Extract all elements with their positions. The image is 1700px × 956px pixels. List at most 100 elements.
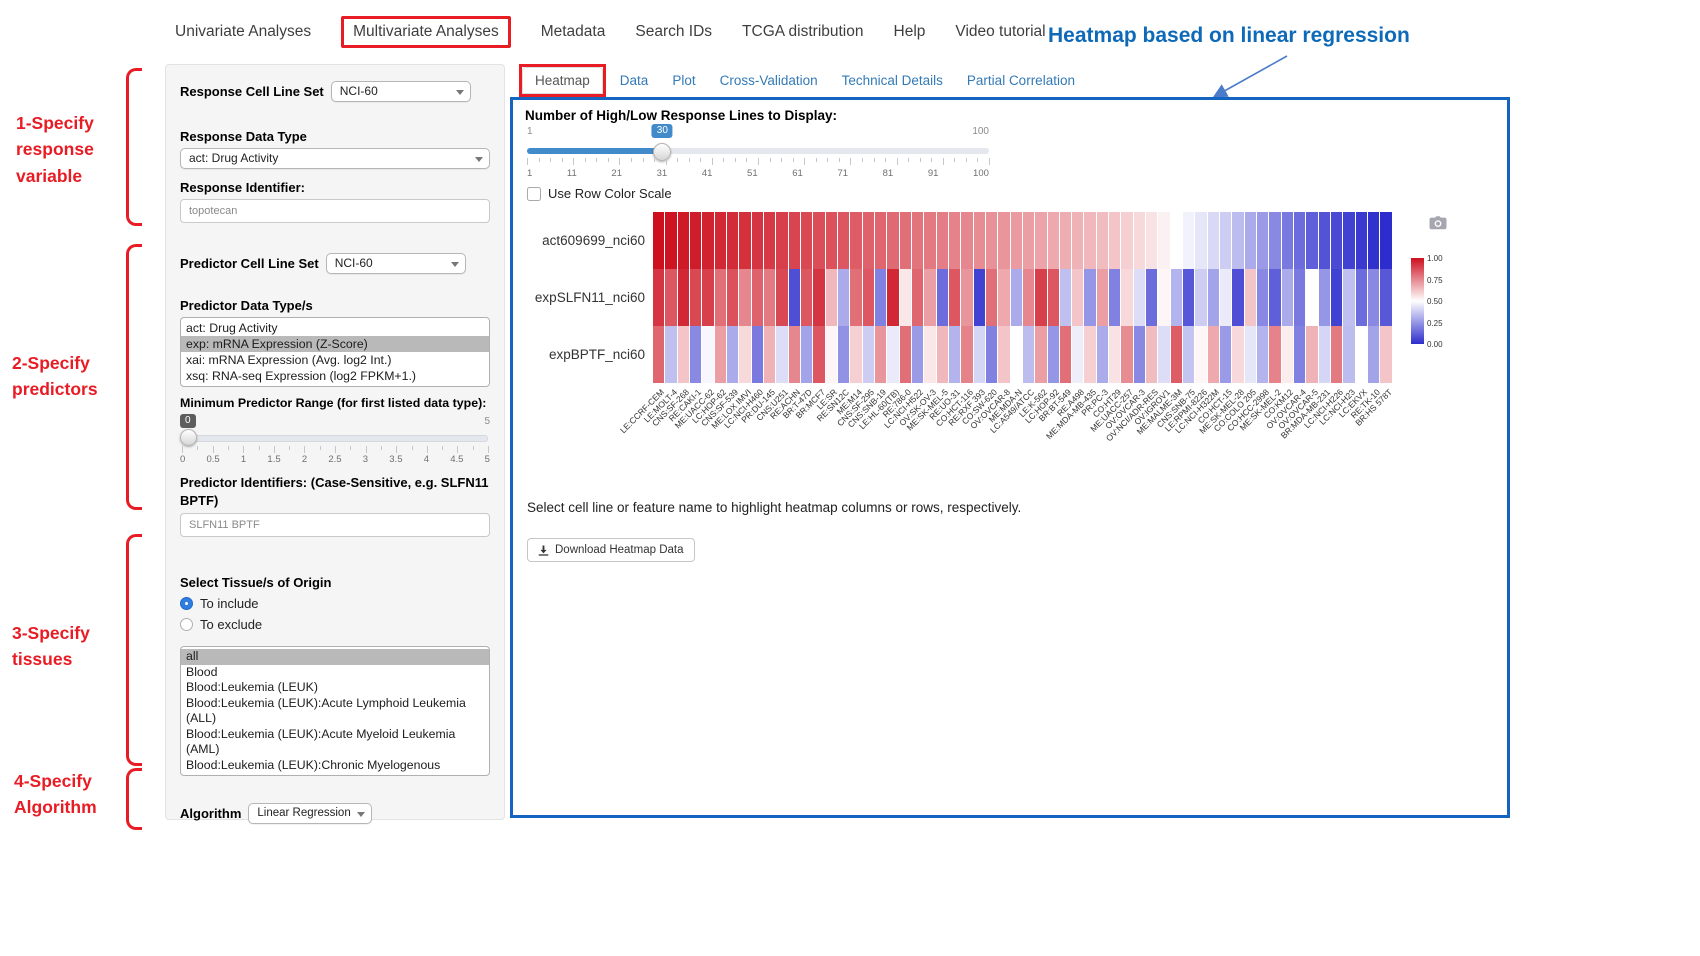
heatmap-cell[interactable] <box>1084 326 1095 383</box>
heatmap-cell[interactable] <box>1072 212 1083 269</box>
heatmap-cell[interactable] <box>715 269 726 326</box>
heatmap-cell[interactable] <box>863 212 874 269</box>
heatmap-cell[interactable] <box>1097 326 1108 383</box>
heatmap-cell[interactable] <box>1232 326 1243 383</box>
heatmap-cell[interactable] <box>1158 212 1169 269</box>
heatmap-cell[interactable] <box>752 326 763 383</box>
nav-item-search-ids[interactable]: Search IDs <box>635 23 712 41</box>
download-heatmap-data-button[interactable]: Download Heatmap Data <box>527 538 695 562</box>
heatmap-cell[interactable] <box>1356 326 1367 383</box>
heatmap-cell[interactable] <box>986 269 997 326</box>
heatmap-cell[interactable] <box>715 212 726 269</box>
heatmap-cell[interactable] <box>764 212 775 269</box>
heatmap-cell[interactable] <box>813 269 824 326</box>
heatmap-cell[interactable] <box>653 326 664 383</box>
heatmap-cell[interactable] <box>1380 326 1391 383</box>
slider-track[interactable] <box>182 435 488 442</box>
heatmap-cell[interactable] <box>1245 269 1256 326</box>
response-identifier-input[interactable] <box>180 199 490 223</box>
heatmap-cell[interactable] <box>924 269 935 326</box>
heatmap-cell[interactable] <box>826 326 837 383</box>
tissue-option-blood-leukemia-leuk-acute-lymphoid-leukemi[interactable]: Blood:Leukemia (LEUK):Acute Lymphoid Leu… <box>181 696 489 727</box>
heatmap-cell[interactable] <box>764 269 775 326</box>
heatmap-cell[interactable] <box>1282 326 1293 383</box>
heatmap-cell[interactable] <box>801 326 812 383</box>
heatmap-cell[interactable] <box>1269 326 1280 383</box>
heatmap-cell[interactable] <box>912 269 923 326</box>
heatmap-cell[interactable] <box>863 269 874 326</box>
heatmap-row-label-expslfn11-nci60[interactable]: expSLFN11_nci60 <box>525 269 653 326</box>
heatmap-cell[interactable] <box>789 269 800 326</box>
tab-plot[interactable]: Plot <box>662 69 705 92</box>
heatmap-cell[interactable] <box>900 212 911 269</box>
camera-icon[interactable] <box>1429 216 1447 235</box>
heatmap-cell[interactable] <box>875 269 886 326</box>
heatmap-cell[interactable] <box>1368 212 1379 269</box>
heatmap-cell[interactable] <box>739 326 750 383</box>
nav-item-multivariate-analyses[interactable]: Multivariate Analyses <box>341 16 511 48</box>
heatmap-cell[interactable] <box>826 212 837 269</box>
heatmap-row-label-expbptf-nci60[interactable]: expBPTF_nci60 <box>525 326 653 383</box>
heatmap-cell[interactable] <box>665 212 676 269</box>
nav-item-tcga-distribution[interactable]: TCGA distribution <box>742 23 863 41</box>
heatmap-cell[interactable] <box>665 326 676 383</box>
heatmap-cell[interactable] <box>1023 269 1034 326</box>
heatmap-cell[interactable] <box>937 269 948 326</box>
heatmap-cell[interactable] <box>1183 326 1194 383</box>
nav-item-help[interactable]: Help <box>894 23 926 41</box>
predictor-data-type-option-xsq-rna-seq-expression-log2-fpkm-1[interactable]: xsq: RNA-seq Expression (log2 FPKM+1.) <box>181 368 489 384</box>
heatmap-cell[interactable] <box>1195 326 1206 383</box>
heatmap-cell[interactable] <box>1072 326 1083 383</box>
heatmap-cell[interactable] <box>937 212 948 269</box>
heatmap-cell[interactable] <box>900 269 911 326</box>
heatmap-cell[interactable] <box>1171 326 1182 383</box>
heatmap-cell[interactable] <box>1121 212 1132 269</box>
heatmap-cell[interactable] <box>998 269 1009 326</box>
tab-cross-validation[interactable]: Cross-Validation <box>710 69 828 92</box>
heatmap-cell[interactable] <box>949 212 960 269</box>
heatmap-cell[interactable] <box>1232 212 1243 269</box>
heatmap-cell[interactable] <box>1048 212 1059 269</box>
heatmap-cell[interactable] <box>1368 326 1379 383</box>
slider-handle[interactable] <box>180 429 197 446</box>
tab-technical-details[interactable]: Technical Details <box>832 69 953 92</box>
heatmap-cell[interactable] <box>727 326 738 383</box>
heatmap-cell[interactable] <box>1060 326 1071 383</box>
heatmap-cell[interactable] <box>1134 326 1145 383</box>
heatmap-cell[interactable] <box>1269 212 1280 269</box>
heatmap-cell[interactable] <box>1035 326 1046 383</box>
heatmap-cell[interactable] <box>739 269 750 326</box>
heatmap-cell[interactable] <box>1134 269 1145 326</box>
heatmap-cell[interactable] <box>912 326 923 383</box>
heatmap-cell[interactable] <box>1146 269 1157 326</box>
predictor-data-type-option-xai-mrna-expression-avg-log2-int[interactable]: xai: mRNA Expression (Avg. log2 Int.) <box>181 352 489 368</box>
heatmap-cell[interactable] <box>1060 212 1071 269</box>
heatmap-cell[interactable] <box>776 212 787 269</box>
predictor-data-type-option-exp-mrna-expression-z-score[interactable]: exp: mRNA Expression (Z-Score) <box>181 336 489 352</box>
heatmap-cell[interactable] <box>789 326 800 383</box>
heatmap-cell[interactable] <box>1208 212 1219 269</box>
heatmap-cell[interactable] <box>1171 269 1182 326</box>
algorithm-select[interactable]: Linear Regression <box>248 803 372 824</box>
heatmap-cell[interactable] <box>986 326 997 383</box>
heatmap-cell[interactable] <box>752 269 763 326</box>
heatmap-cell[interactable] <box>838 326 849 383</box>
heatmap-cell[interactable] <box>739 212 750 269</box>
heatmap-cell[interactable] <box>1331 326 1342 383</box>
heatmap-cell[interactable] <box>1306 326 1317 383</box>
heatmap-cell[interactable] <box>1109 212 1120 269</box>
response-cell-line-set-select[interactable]: NCI-60 <box>331 81 471 102</box>
heatmap-cell[interactable] <box>690 212 701 269</box>
tissue-option-blood-leukemia-leuk-chronic-myelogenous-le[interactable]: Blood:Leukemia (LEUK):Chronic Myelogenou… <box>181 758 489 777</box>
nav-item-metadata[interactable]: Metadata <box>541 23 606 41</box>
tissue-radio-to-include[interactable]: To include <box>180 596 490 611</box>
heatmap-cell[interactable] <box>838 269 849 326</box>
heatmap-cell[interactable] <box>826 269 837 326</box>
heatmap-cell[interactable] <box>998 326 1009 383</box>
heatmap-cell[interactable] <box>961 326 972 383</box>
heatmap-cell[interactable] <box>690 326 701 383</box>
heatmap-cell[interactable] <box>1121 326 1132 383</box>
heatmap-cell[interactable] <box>1245 212 1256 269</box>
heatmap-cell[interactable] <box>752 212 763 269</box>
heatmap-cell[interactable] <box>1306 212 1317 269</box>
